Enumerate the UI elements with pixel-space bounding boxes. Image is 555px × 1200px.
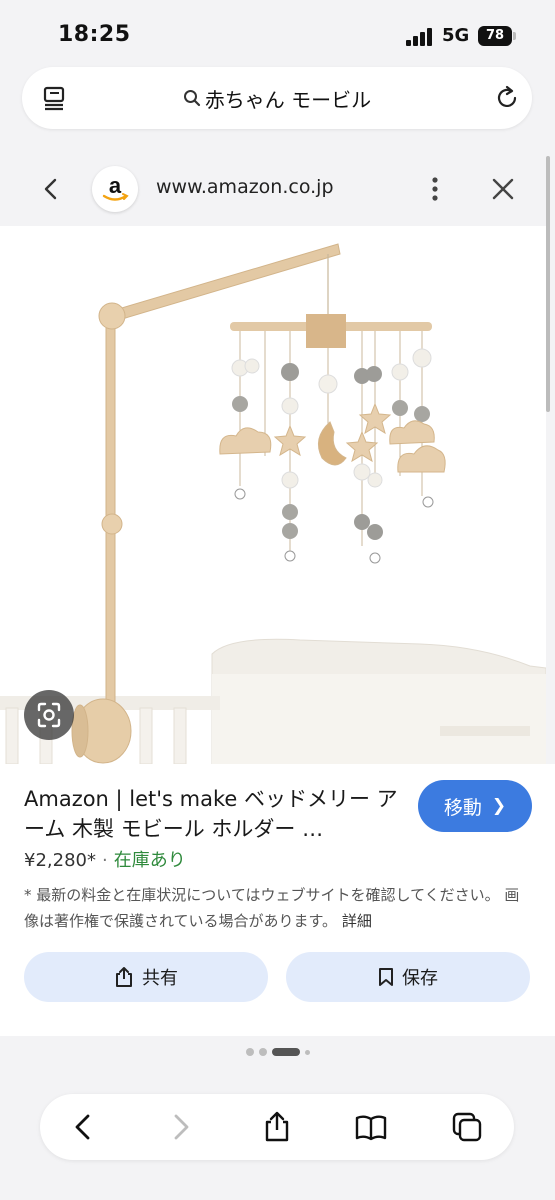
details-link[interactable]: 詳細 <box>342 912 372 930</box>
forward-icon[interactable] <box>164 1110 198 1144</box>
lens-icon <box>37 702 61 728</box>
disclaimer: * 最新の料金と在庫状況についてはウェブサイトを確認してください。 画像は著作権… <box>24 882 534 934</box>
site-url[interactable]: www.amazon.co.jp <box>156 176 334 198</box>
product-image[interactable] <box>0 226 546 764</box>
stock-status: 在庫あり <box>113 850 186 871</box>
battery-tip <box>513 32 516 40</box>
page-dot-active[interactable] <box>271 1048 300 1056</box>
tabs-icon[interactable] <box>450 1110 484 1144</box>
share-icon[interactable] <box>260 1110 294 1144</box>
product-info-panel: Amazon | let's make ベッドメリー アーム 木製 モビール ホ… <box>0 764 555 1036</box>
back-icon[interactable] <box>66 1110 100 1144</box>
chevron-left-icon[interactable] <box>38 176 64 202</box>
chevron-right-icon: ❯ <box>491 796 507 816</box>
battery-icon: 78 <box>478 26 512 46</box>
price-line: ¥2,280* · 在庫あり <box>24 846 186 872</box>
price: ¥2,280* <box>24 850 96 871</box>
save-button[interactable]: 保存 <box>286 952 530 1002</box>
search-query-text: 赤ちゃん モービル <box>204 87 372 112</box>
bookmark-icon <box>379 968 393 986</box>
share-button-label: 共有 <box>142 968 178 989</box>
visit-button-label: 移動 <box>443 796 482 819</box>
save-button-label: 保存 <box>402 968 438 989</box>
bottom-toolbar <box>40 1094 514 1160</box>
product-title[interactable]: Amazon | let's make ベッドメリー アーム 木製 モビール ホ… <box>24 784 399 844</box>
page-dot[interactable] <box>258 1048 267 1056</box>
more-vertical-icon[interactable] <box>424 176 446 202</box>
signal-icon <box>406 28 434 46</box>
search-icon <box>183 90 200 107</box>
share-icon <box>116 967 132 987</box>
mobile-toy-illustration <box>219 254 446 564</box>
site-header: a www.amazon.co.jp <box>0 160 555 218</box>
status-time: 18:25 <box>58 22 131 47</box>
search-bar[interactable]: 赤ちゃん モービル <box>22 67 532 129</box>
status-bar: 18:25 5G 78 <box>0 0 555 64</box>
reload-icon[interactable] <box>494 85 520 111</box>
pagination-dots[interactable] <box>0 1044 555 1060</box>
page-dot[interactable] <box>245 1048 254 1056</box>
disclaimer-text: * 最新の料金と在庫状況についてはウェブサイトを確認してください。 画像は著作権… <box>24 886 520 930</box>
lens-button[interactable] <box>24 690 74 740</box>
network-label: 5G <box>442 25 470 46</box>
visit-button[interactable]: 移動 ❯ <box>418 780 532 832</box>
logo-letter: a <box>109 173 122 198</box>
bookmarks-icon[interactable] <box>354 1110 388 1144</box>
close-icon[interactable] <box>490 176 516 202</box>
search-query[interactable]: 赤ちゃん モービル <box>22 67 532 129</box>
price-separator: · <box>101 850 108 871</box>
amazon-logo-icon[interactable]: a <box>92 166 138 212</box>
page-dot[interactable] <box>304 1049 310 1055</box>
share-button[interactable]: 共有 <box>24 952 268 1002</box>
